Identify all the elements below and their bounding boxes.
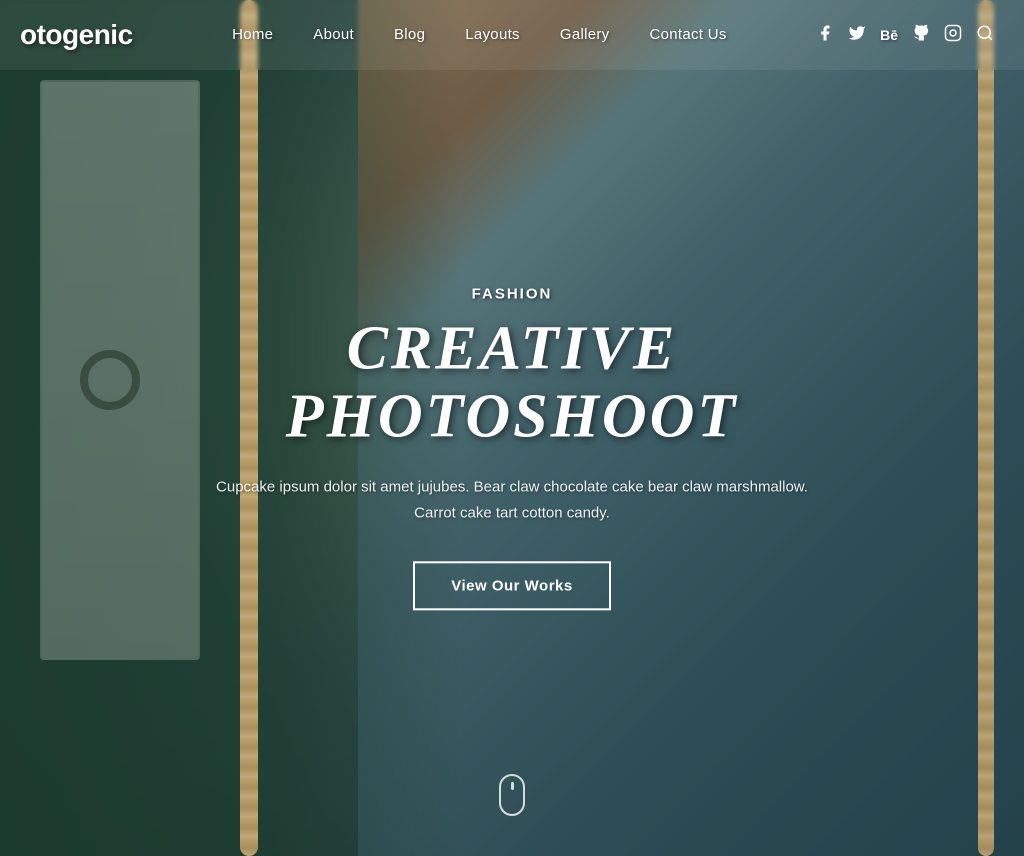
nav-link-about[interactable]: About (293, 18, 374, 51)
nav-item-blog[interactable]: Blog (374, 26, 445, 44)
search-icon[interactable] (976, 24, 994, 47)
nav-link-contact[interactable]: Contact Us (629, 18, 746, 51)
nav-item-contact[interactable]: Contact Us (629, 26, 746, 44)
rope-right (978, 0, 994, 856)
nav-links: Home About Blog Layouts Gallery Contact … (212, 26, 747, 44)
scroll-indicator (499, 774, 525, 816)
scroll-mouse-icon (499, 774, 525, 816)
hero-content: Fashion CREATIVE PHOTOSHOOT Cupcake ipsu… (212, 285, 812, 610)
nav-item-home[interactable]: Home (212, 26, 293, 44)
hero-section: otogenic Home About Blog Layouts Gallery… (0, 0, 1024, 856)
behance-icon[interactable]: Bē (880, 27, 898, 43)
nav-item-layouts[interactable]: Layouts (445, 26, 540, 44)
hero-description: Cupcake ipsum dolor sit amet jujubes. Be… (212, 475, 812, 526)
instagram-icon[interactable] (944, 24, 962, 47)
hero-category: Fashion (212, 285, 812, 302)
social-icons-group: Bē (806, 24, 1004, 47)
site-logo[interactable]: otogenic (0, 19, 153, 51)
nav-link-gallery[interactable]: Gallery (540, 18, 630, 51)
hero-cta-button[interactable]: View Our Works (413, 562, 611, 611)
nav-link-blog[interactable]: Blog (374, 18, 445, 51)
nav-item-about[interactable]: About (293, 26, 374, 44)
nav-item-gallery[interactable]: Gallery (540, 26, 630, 44)
nav-link-layouts[interactable]: Layouts (445, 18, 540, 51)
twitter-icon[interactable] (848, 24, 866, 47)
nav-link-home[interactable]: Home (212, 18, 293, 51)
wreath-decor (80, 350, 140, 410)
github-icon[interactable] (912, 24, 930, 47)
navbar: otogenic Home About Blog Layouts Gallery… (0, 0, 1024, 70)
facebook-icon[interactable] (816, 24, 834, 47)
hero-title: CREATIVE PHOTOSHOOT (212, 314, 812, 450)
scroll-wheel (511, 782, 514, 790)
